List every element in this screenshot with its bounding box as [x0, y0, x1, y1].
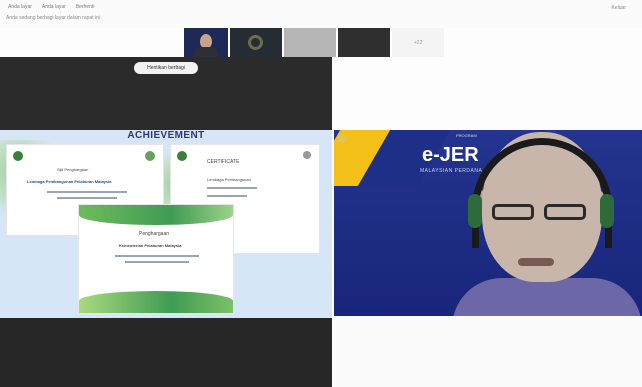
slide-caption: MALAYSIAN PERDANA — [420, 168, 483, 174]
green-band — [79, 205, 233, 225]
certificate-name: Lembaga Pembangunan — [207, 177, 251, 182]
menu-item-3[interactable]: Berhenti — [76, 4, 95, 10]
certificate-title: Sijil Penghargaan — [57, 167, 89, 172]
logo-icon — [338, 134, 347, 143]
speaker-mouth — [518, 258, 554, 266]
certificate-name: Kementerian Pelaburan Malaysia — [119, 243, 182, 248]
crest-icon — [303, 151, 311, 159]
crest-icon — [177, 151, 187, 161]
green-band — [79, 291, 233, 313]
toolbar-menu: Anda layar Anda layar Berhenti — [8, 4, 94, 10]
slide-brand: e-JER — [422, 144, 479, 166]
text-line — [47, 191, 127, 193]
certificate-name: Lembaga Pembangunan Pelaburan Malaysia — [27, 179, 112, 184]
participant-thumbnail-4[interactable] — [338, 28, 390, 57]
speaker-glasses — [492, 204, 592, 222]
speaker-shirt — [452, 278, 642, 316]
more-participants-button[interactable]: +22 — [392, 28, 444, 57]
certificate-3: Penghargaan Kementerian Pelaburan Malays… — [78, 204, 234, 314]
participant-strip: +22 — [184, 28, 444, 57]
participant-thumbnail-1[interactable] — [184, 28, 228, 57]
shared-screen: ACHIEVEMENT Sijil Penghargaan Lembaga Pe… — [0, 130, 332, 318]
menu-item-2[interactable]: Anda layar — [42, 4, 66, 10]
headset-earcup — [600, 194, 614, 228]
speaker-video[interactable]: PROGRAM e-JER MALAYSIAN PERDANA — [334, 130, 642, 316]
slide-heading: ACHIEVEMENT — [127, 130, 205, 141]
crest-icon — [13, 151, 23, 161]
menu-item-1[interactable]: Anda layar — [8, 4, 32, 10]
crest-icon — [145, 151, 155, 161]
participant-thumbnail-3[interactable] — [284, 28, 336, 57]
text-line — [207, 187, 257, 189]
emblem-icon — [248, 35, 263, 50]
participant-thumbnail-2[interactable] — [230, 28, 282, 57]
participant-body — [194, 47, 218, 57]
text-line — [115, 255, 199, 257]
toolbar-subtitle: Anda sedang berbagi layar dalam rapat in… — [6, 15, 100, 21]
stop-sharing-button[interactable]: Hentikan berbagi — [134, 62, 198, 74]
text-line — [57, 197, 117, 199]
certificate-title: Penghargaan — [139, 231, 170, 237]
top-toolbar: Anda layar Anda layar Berhenti Anda seda… — [0, 0, 642, 28]
headset-earcup — [468, 194, 482, 228]
certificate-title: CERTIFICATE — [207, 159, 240, 165]
leave-button[interactable]: Keluar — [612, 5, 626, 11]
text-line — [125, 261, 189, 263]
blank-area — [334, 316, 642, 387]
text-line — [207, 195, 247, 197]
slide-small-text: PROGRAM — [456, 133, 477, 138]
empty-video-tile — [0, 318, 332, 387]
